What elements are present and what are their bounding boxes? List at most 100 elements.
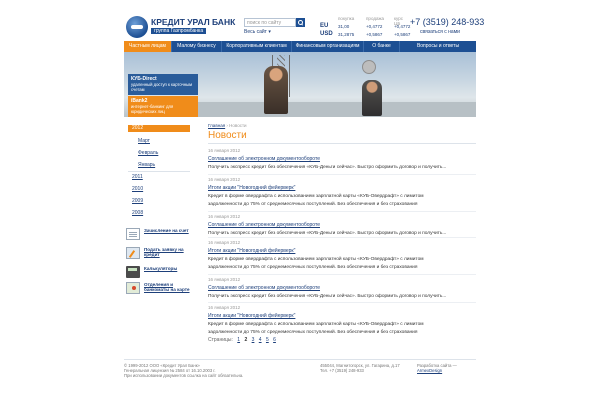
rates-currency-usd: USD	[320, 31, 333, 37]
news-summary-line: Кредит в форме овердрафта с использовани…	[208, 194, 424, 199]
bank-logo[interactable]: КРЕДИТ УРАЛ БАНК группа Газпромбанка	[126, 16, 235, 40]
news-divider	[208, 211, 476, 212]
news-date: 16 января 2012	[208, 305, 241, 310]
breadcrumb-home[interactable]: Главная	[208, 123, 225, 128]
news-title-link[interactable]: Итоги акции "Новогодний фейерверк"	[208, 313, 476, 319]
tool-branches-map[interactable]: Отделения и банкоматы на карте	[126, 282, 194, 298]
news-date: 16 января 2012	[208, 177, 241, 182]
tool-calculators-label: Калькуляторы	[144, 266, 178, 271]
sitemap-label: Весь сайт	[244, 29, 267, 35]
currency-rates: покупка продажа курс ЦБ EU 31,00 +0,4772…	[320, 16, 410, 44]
archive-year-2010[interactable]: 2010	[132, 186, 143, 192]
page-link[interactable]: 6	[273, 337, 276, 343]
breadcrumb: Главная › Новости	[208, 123, 247, 128]
footer-disclaimer: При использовании документов ссылка на с…	[124, 373, 244, 378]
news-summary: Получить экспресс кредит без обеспечения…	[208, 294, 447, 299]
archive-year-2009[interactable]: 2009	[132, 198, 143, 204]
news-title-link[interactable]: Соглашение об электронном документооборо…	[208, 222, 476, 228]
nav-corporate[interactable]: Корпоративным клиентам	[222, 41, 292, 52]
promo-ibank2[interactable]: iBank2 интернет-банкинг для юридических …	[128, 96, 198, 117]
rates-eu-sell-delta: +0,4772	[366, 24, 383, 29]
document-icon	[126, 228, 140, 240]
news-summary: Кредит в форме овердрафта с использовани…	[208, 256, 476, 272]
archive-divider	[128, 171, 190, 172]
rates-eu-cb: +0,4772	[394, 24, 411, 29]
archive-year-active[interactable]: 2012	[128, 125, 190, 132]
tool-deposit-to-account[interactable]: Зачисление на счет	[126, 228, 194, 244]
news-divider	[208, 302, 476, 303]
rates-usd-cb: +0,5867	[394, 32, 411, 37]
footer-copyright: © 1999-2012 ООО «Кредит Урал Банк» Генер…	[124, 363, 244, 378]
nav-private[interactable]: Частным лицам	[124, 41, 172, 52]
news-item: 16 января 2012 Соглашение об электронном…	[208, 214, 476, 238]
pagination: Страницы: 1 2 3 4 5 6	[208, 337, 276, 343]
news-title-link[interactable]: Итоги акции "Новогодний фейерверк"	[208, 185, 476, 191]
tool-calculators[interactable]: Калькуляторы	[126, 266, 194, 282]
news-summary-line: Кредит в форме овердрафта с использовани…	[208, 257, 424, 262]
news-divider	[208, 237, 476, 238]
page-current: 2	[244, 337, 248, 343]
archive-year-2008[interactable]: 2008	[132, 210, 143, 216]
page-link[interactable]: 4	[259, 337, 262, 343]
page-link[interactable]: 3	[252, 337, 255, 343]
search-icon[interactable]	[296, 18, 305, 27]
title-divider	[208, 143, 476, 144]
archive-year-2011[interactable]: 2011	[132, 174, 143, 180]
page-link[interactable]: 5	[266, 337, 269, 343]
news-date: 16 января 2012	[208, 148, 241, 153]
footer-dev-link[interactable]: ArmexDesign	[417, 368, 442, 373]
rates-eu-buy: 31,00	[338, 24, 350, 29]
page-title: Новости	[208, 130, 247, 141]
news-item: 16 января 2012 Итоги акции "Новогодний ф…	[208, 240, 476, 272]
nav-about[interactable]: О банке	[364, 41, 400, 52]
search-input[interactable]: поиск по сайту	[244, 18, 296, 27]
pen-icon	[126, 247, 140, 259]
news-title-link[interactable]: Итоги акции "Новогодний фейерверк"	[208, 248, 476, 254]
main-nav: Частным лицам Малому бизнесу Корпоративн…	[124, 41, 476, 52]
tool-apply-loan[interactable]: Подать заявку на кредит	[126, 247, 194, 263]
breadcrumb-current: Новости	[229, 123, 247, 128]
archive-month-march[interactable]: Март	[138, 138, 150, 144]
news-date: 16 января 2012	[208, 277, 241, 282]
tool-deposit-label: Зачисление на счет	[144, 228, 189, 233]
news-item: 16 января 2012 Соглашение об электронном…	[208, 277, 476, 301]
tool-apply-loan-label: Подать заявку на кредит	[144, 247, 184, 257]
news-date: 16 января 2012	[208, 214, 241, 219]
logo-globe-icon	[126, 16, 148, 38]
rates-header-buy: покупка	[338, 16, 355, 21]
banner-dish	[362, 60, 376, 74]
news-summary-line: задолженности до 75% от среднемесячных п…	[208, 202, 418, 207]
promo-kub-direct-desc: удаленный доступ к карточным счетам	[131, 82, 192, 92]
banner-worker-photo-2	[362, 80, 382, 116]
rates-header-sell: продажа	[366, 16, 384, 21]
news-title-link[interactable]: Соглашение об электронном документооборо…	[208, 156, 476, 162]
archive-month-february[interactable]: Февраль	[138, 150, 158, 156]
news-summary-line: задолженности до 75% от среднемесячных п…	[208, 330, 418, 335]
page-link[interactable]: 1	[237, 337, 240, 343]
logo-title: КРЕДИТ УРАЛ БАНК	[151, 17, 236, 27]
calculator-icon	[126, 266, 140, 278]
news-summary: Кредит в форме овердрафта с использовани…	[208, 321, 476, 337]
tool-branches-map-label: Отделения и банкоматы на карте	[144, 282, 190, 292]
nav-faq[interactable]: Вопросы и ответы	[400, 41, 476, 52]
nav-small-business[interactable]: Малому бизнесу	[172, 41, 222, 52]
news-summary: Кредит в форме овердрафта с использовани…	[208, 193, 476, 209]
archive-month-january[interactable]: Январь	[138, 162, 155, 168]
footer-developer: Разработка сайта — ArmexDesign	[417, 363, 477, 373]
sitemap-dropdown[interactable]: Весь сайт ▾	[244, 29, 271, 35]
banner-worker-photo	[264, 66, 288, 114]
news-item: 16 января 2012 Итоги акции "Новогодний ф…	[208, 177, 476, 209]
rates-currency-eu: EU	[320, 23, 329, 29]
footer-divider	[124, 359, 476, 360]
promo-ibank2-desc: интернет-банкинг для юридических лиц	[131, 104, 174, 114]
news-title-link[interactable]: Соглашение об электронном документооборо…	[208, 285, 476, 291]
news-date: 16 января 2012	[208, 240, 241, 245]
news-summary-line: задолженности до 75% от среднемесячных п…	[208, 265, 418, 270]
rates-usd-buy: 31,2875	[338, 32, 355, 37]
hero-banner: КУБ-Direct удаленный доступ к карточным …	[124, 52, 476, 117]
nav-financial[interactable]: Финансовым организациям	[292, 41, 364, 52]
logo-subtitle: группа Газпромбанка	[151, 28, 207, 34]
news-divider	[208, 274, 476, 275]
promo-kub-direct[interactable]: КУБ-Direct удаленный доступ к карточным …	[128, 74, 198, 95]
contact-link[interactable]: связаться с нами	[420, 29, 460, 35]
